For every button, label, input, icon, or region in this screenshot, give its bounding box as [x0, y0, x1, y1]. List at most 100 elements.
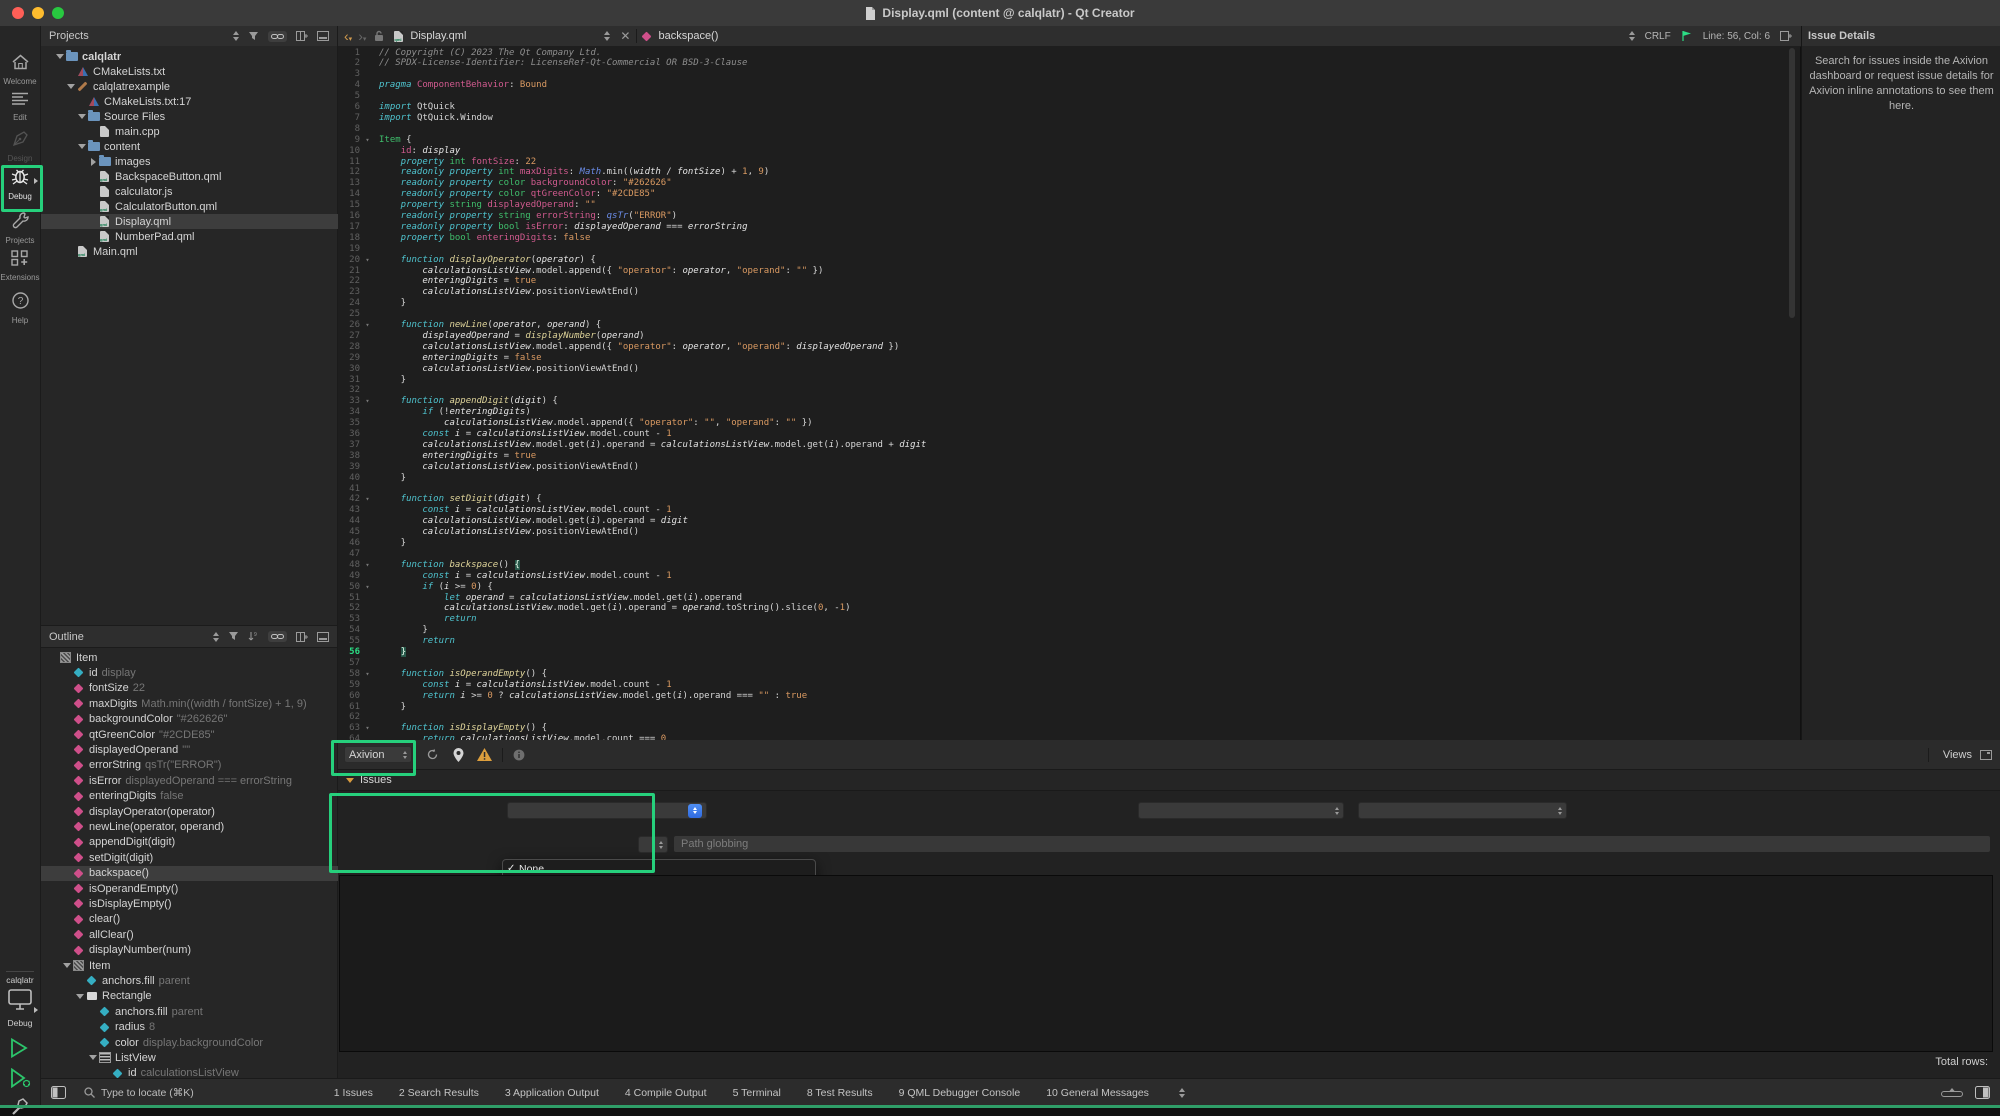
- output-pane-button[interactable]: 2 Search Results: [399, 1087, 479, 1099]
- code-line[interactable]: 46 }: [338, 538, 1800, 549]
- fold-marker-icon[interactable]: ▾: [360, 560, 375, 571]
- code-line[interactable]: 30 calculationsListView.positionViewAtEn…: [338, 364, 1800, 375]
- activity-item-design[interactable]: Design: [0, 130, 40, 163]
- tree-row[interactable]: Main.qml: [41, 244, 362, 259]
- fold-marker-icon[interactable]: ▾: [360, 396, 375, 407]
- code-line[interactable]: 24 }: [338, 298, 1800, 309]
- fold-marker-icon[interactable]: ▾: [360, 582, 375, 593]
- sort-icon[interactable]: 9: [248, 631, 259, 642]
- outline-row[interactable]: clear(): [41, 912, 358, 927]
- panel-selector-stepper[interactable]: [233, 31, 239, 41]
- outline-row[interactable]: isErrordisplayedOperand === errorString: [41, 773, 358, 788]
- tree-row[interactable]: Source Files: [41, 109, 373, 124]
- code-line[interactable]: 19: [338, 244, 1800, 255]
- outline-row[interactable]: anchors.fillparent: [41, 1004, 384, 1019]
- code-line[interactable]: 21 calculationsListView.model.append({ "…: [338, 266, 1800, 277]
- fold-marker-icon[interactable]: ▾: [360, 255, 375, 266]
- code-line[interactable]: 5: [338, 91, 1800, 102]
- code-line[interactable]: 10 id: display: [338, 146, 1800, 157]
- outline-row[interactable]: Item: [41, 958, 358, 973]
- code-line[interactable]: 48▾ function backspace() {: [338, 560, 1800, 571]
- outline-row[interactable]: errorStringqsTr("ERROR"): [41, 758, 358, 773]
- split-editor-icon[interactable]: [1780, 31, 1792, 41]
- tree-chevron-icon[interactable]: [89, 1055, 97, 1060]
- code-line[interactable]: 3: [338, 69, 1800, 80]
- location-pin-icon[interactable]: [453, 748, 464, 762]
- nav-back-icon[interactable]: ‹▾: [344, 28, 352, 44]
- fold-marker-icon[interactable]: ▾: [360, 669, 375, 680]
- code-line[interactable]: 60 return i >= 0 ? calculationsListView.…: [338, 691, 1800, 702]
- tree-row[interactable]: calculator.js: [41, 184, 384, 199]
- code-line[interactable]: 43 const i = calculationsListView.model.…: [338, 505, 1800, 516]
- filter-icon[interactable]: [228, 631, 239, 642]
- code-line[interactable]: 59 const i = calculationsListView.model.…: [338, 680, 1800, 691]
- outline-row[interactable]: displayOperator(operator): [41, 804, 358, 819]
- tree-row[interactable]: calqlatrexample: [41, 79, 362, 94]
- code-line[interactable]: 38 enteringDigits = true: [338, 451, 1800, 462]
- code-line[interactable]: 22 enteringDigits = true: [338, 276, 1800, 287]
- tree-chevron-icon[interactable]: [78, 114, 86, 119]
- activity-item-extensions[interactable]: Extensions: [0, 250, 40, 282]
- tree-row[interactable]: BackspaceButton.qml: [41, 169, 384, 184]
- close-panel-icon[interactable]: [317, 31, 329, 41]
- code-line[interactable]: 18 property bool enteringDigits: false: [338, 233, 1800, 244]
- filter-combo-2[interactable]: [1358, 802, 1567, 819]
- progress-widget-icon[interactable]: [1941, 1088, 1963, 1097]
- code-line[interactable]: 2// SPDX-License-Identifier: LicenseRef-…: [338, 58, 1800, 69]
- tree-row[interactable]: Display.qml: [41, 214, 384, 229]
- code-line[interactable]: 61 }: [338, 702, 1800, 713]
- code-line[interactable]: 32: [338, 385, 1800, 396]
- tree-row[interactable]: images: [41, 154, 384, 169]
- code-line[interactable]: 31 }: [338, 375, 1800, 386]
- activity-item-projects[interactable]: Projects: [0, 212, 40, 245]
- tree-row[interactable]: CMakeLists.txt:17: [41, 94, 373, 109]
- code-line[interactable]: 4pragma ComponentBehavior: Bound: [338, 80, 1800, 91]
- path-globbing-input[interactable]: Path globbing: [674, 836, 1990, 852]
- run-button[interactable]: [10, 1038, 28, 1058]
- issues-table[interactable]: [339, 875, 1993, 1052]
- code-line[interactable]: 39 calculationsListView.positionViewAtEn…: [338, 462, 1800, 473]
- info-icon[interactable]: [513, 749, 525, 761]
- code-line[interactable]: 51 let operand = calculationsListView.mo…: [338, 593, 1800, 604]
- code-line[interactable]: 52 calculationsListView.model.get(i).ope…: [338, 603, 1800, 614]
- code-line[interactable]: 11 property int fontSize: 22: [338, 157, 1800, 168]
- outline-row[interactable]: iddisplay: [41, 665, 358, 680]
- code-line[interactable]: 47: [338, 549, 1800, 560]
- code-line[interactable]: 57: [338, 658, 1800, 669]
- outline-row[interactable]: ListView: [41, 1050, 384, 1065]
- nav-forward-icon[interactable]: ›▾: [358, 28, 366, 44]
- warning-icon[interactable]: [477, 748, 492, 761]
- dashboard-combo[interactable]: [507, 802, 707, 819]
- code-line[interactable]: 33▾ function appendDigit(digit) {: [338, 396, 1800, 407]
- close-document-icon[interactable]: ✕: [620, 29, 630, 43]
- editor-scrollbar[interactable]: [1789, 48, 1795, 318]
- code-line[interactable]: 58▾ function isOperandEmpty() {: [338, 669, 1800, 680]
- code-line[interactable]: 26▾ function newLine(operator, operand) …: [338, 320, 1800, 331]
- code-line[interactable]: 13 readonly property color backgroundCol…: [338, 178, 1800, 189]
- path-filter-combo[interactable]: [638, 836, 668, 853]
- code-line[interactable]: 6import QtQuick: [338, 102, 1800, 113]
- toggle-output-pane-icon[interactable]: [1975, 1086, 1990, 1099]
- tree-row[interactable]: content: [41, 139, 373, 154]
- outline-row[interactable]: backgroundColor"#262626": [41, 712, 358, 727]
- outline-row[interactable]: fontSize22: [41, 681, 358, 696]
- fold-marker-icon[interactable]: ▾: [360, 135, 375, 146]
- outline-row[interactable]: displayedOperand"": [41, 742, 358, 757]
- code-line[interactable]: 25: [338, 309, 1800, 320]
- zoom-window-button[interactable]: [52, 7, 64, 19]
- fold-marker-icon[interactable]: ▾: [360, 723, 375, 734]
- encoding-stepper[interactable]: [1629, 31, 1635, 41]
- tree-chevron-icon[interactable]: [56, 54, 64, 59]
- outline-row[interactable]: setDigit(digit): [41, 850, 358, 865]
- code-line[interactable]: 34 if (!enteringDigits): [338, 407, 1800, 418]
- outline-row[interactable]: qtGreenColor"#2CDE85": [41, 727, 358, 742]
- output-pane-button[interactable]: 4 Compile Output: [625, 1087, 707, 1099]
- code-line[interactable]: 36 const i = calculationsListView.model.…: [338, 429, 1800, 440]
- tree-row[interactable]: calqlatr: [41, 49, 351, 64]
- tree-row[interactable]: main.cpp: [41, 124, 384, 139]
- minimize-window-button[interactable]: [32, 7, 44, 19]
- tree-row[interactable]: CalculatorButton.qml: [41, 199, 384, 214]
- code-line[interactable]: 8: [338, 124, 1800, 135]
- outline-row[interactable]: allClear(): [41, 927, 358, 942]
- views-label[interactable]: Views: [1943, 749, 1972, 761]
